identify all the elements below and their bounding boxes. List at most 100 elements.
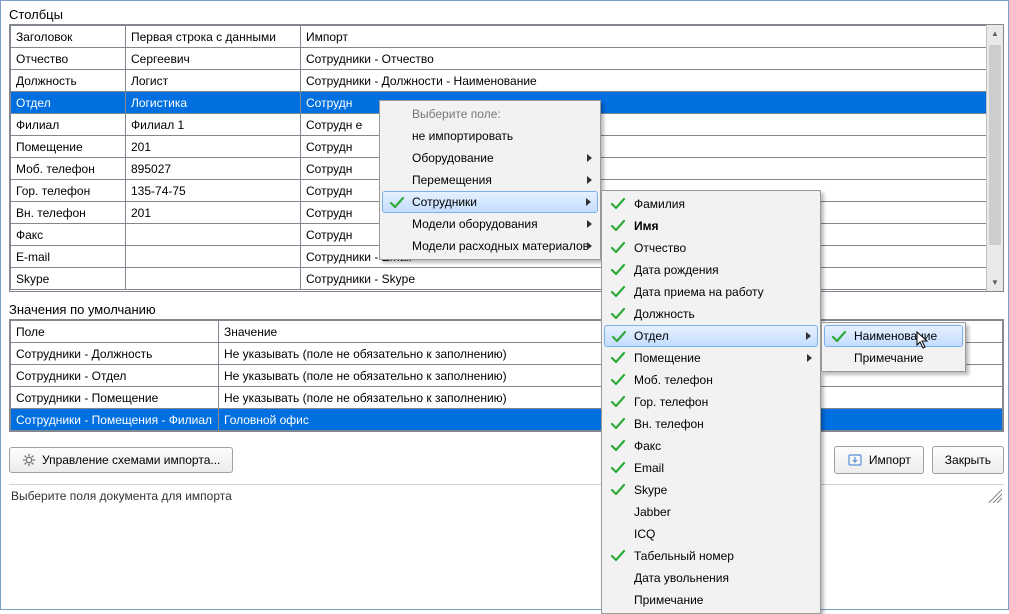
menu-item[interactable]: Примечание [604, 589, 818, 611]
menu-item[interactable]: ICQ [604, 523, 818, 545]
menu-item[interactable]: Jabber [604, 501, 818, 523]
menu-item[interactable]: Skype [604, 479, 818, 501]
table-cell[interactable]: Помещение [11, 136, 126, 158]
submenu-arrow-icon [587, 220, 592, 228]
columns-header-first[interactable]: Первая строка с данными [126, 26, 301, 48]
import-button[interactable]: Импорт [834, 446, 924, 474]
table-cell[interactable]: Сергеевич [126, 48, 301, 70]
submenu-arrow-icon [587, 154, 592, 162]
check-icon [610, 306, 626, 322]
table-cell[interactable]: Сотрудники - Помещение [11, 387, 219, 409]
table-cell[interactable]: Вн. телефон [11, 202, 126, 224]
table-cell[interactable]: Логист [126, 70, 301, 92]
columns-header-title[interactable]: Заголовок [11, 26, 126, 48]
menu-item[interactable]: Модели расходных материалов [382, 235, 598, 257]
menu-item[interactable]: Перемещения [382, 169, 598, 191]
table-cell[interactable]: 895027 [126, 158, 301, 180]
table-cell[interactable]: Сотрудники - Отчество [301, 48, 1003, 70]
table-cell[interactable] [126, 224, 301, 246]
menu-item[interactable]: Дата рождения [604, 259, 818, 281]
check-icon [610, 548, 626, 564]
table-cell[interactable]: E-mail [11, 246, 126, 268]
menu-item[interactable]: Гор. телефон [604, 391, 818, 413]
table-cell[interactable]: Сотрудники - Должности - Наименование [301, 70, 1003, 92]
status-text: Выберите поля документа для импорта [11, 489, 232, 503]
context-menu-level2[interactable]: ФамилияИмяОтчествоДата рожденияДата прие… [601, 190, 821, 614]
menu-item[interactable]: Дата приема на работу [604, 281, 818, 303]
menu-item[interactable]: Отдел [604, 325, 818, 347]
menu-item-label: Skype [634, 483, 667, 497]
context-menu-level1[interactable]: Выберите поле: не импортироватьОборудова… [379, 100, 601, 260]
table-cell[interactable] [126, 246, 301, 268]
menu-item[interactable]: Email [604, 457, 818, 479]
menu-item-label: ICQ [634, 527, 655, 541]
menu-item[interactable]: Наименование [824, 325, 963, 347]
table-cell[interactable]: 201 [126, 202, 301, 224]
table-row[interactable]: Сотрудники - Помещения - ФилиалГоловной … [11, 409, 1003, 431]
table-cell[interactable]: Должность [11, 70, 126, 92]
table-cell[interactable]: Филиал [11, 114, 126, 136]
menu-item[interactable]: Факс [604, 435, 818, 457]
table-cell[interactable]: Моб. телефон [11, 158, 126, 180]
import-icon [847, 452, 863, 468]
scroll-up-icon[interactable]: ▲ [987, 25, 1003, 42]
menu-item-label: Помещение [634, 351, 701, 365]
resize-grip-icon[interactable] [988, 489, 1002, 503]
table-cell[interactable]: Сотрудники - Помещения - Филиал [11, 409, 219, 431]
close-button[interactable]: Закрыть [932, 446, 1004, 474]
table-cell[interactable]: 201 [126, 136, 301, 158]
menu-item[interactable]: Модели оборудования [382, 213, 598, 235]
table-row[interactable]: SkypeСотрудники - Skype [11, 268, 1003, 290]
menu-item-label: Модели расходных материалов [412, 239, 589, 253]
defaults-section-label: Значения по умолчанию [9, 302, 1004, 317]
table-cell[interactable]: 135-74-75 [126, 180, 301, 202]
check-icon [831, 329, 847, 345]
menu-item[interactable]: Имя [604, 215, 818, 237]
menu-item[interactable]: Фамилия [604, 193, 818, 215]
gear-icon [22, 453, 36, 467]
columns-scrollbar[interactable]: ▲ ▼ [986, 25, 1003, 291]
check-icon [610, 416, 626, 432]
scroll-down-icon[interactable]: ▼ [987, 274, 1003, 291]
table-cell[interactable] [126, 268, 301, 290]
menu-item[interactable]: Сотрудники [382, 191, 598, 213]
menu-item[interactable]: Примечание [824, 347, 963, 369]
menu-item-label: Вн. телефон [634, 417, 704, 431]
defaults-header-field[interactable]: Поле [11, 321, 219, 343]
submenu-arrow-icon [807, 354, 812, 362]
table-cell[interactable]: Логистика [126, 92, 301, 114]
menu-item-label: Моб. телефон [634, 373, 713, 387]
context-menu-level3[interactable]: НаименованиеПримечание [821, 322, 966, 372]
check-icon [610, 482, 626, 498]
table-row[interactable]: Сотрудники - ПомещениеНе указывать (поле… [11, 387, 1003, 409]
table-cell[interactable]: Филиал 1 [126, 114, 301, 136]
bottom-bar: Управление схемами импорта... Импорт Зак… [9, 446, 1004, 474]
check-icon [610, 394, 626, 410]
table-cell[interactable]: Факс [11, 224, 126, 246]
table-row[interactable]: ОтчествоСергеевичСотрудники - Отчество [11, 48, 1003, 70]
menu-item[interactable]: Табельный номер [604, 545, 818, 567]
menu-item[interactable]: Дата увольнения [604, 567, 818, 589]
table-cell[interactable]: Сотрудники - Должность [11, 343, 219, 365]
status-bar: Выберите поля документа для импорта [9, 484, 1004, 507]
table-cell[interactable]: Отчество [11, 48, 126, 70]
menu-item[interactable]: Помещение [604, 347, 818, 369]
menu-item[interactable]: Должность [604, 303, 818, 325]
scroll-thumb[interactable] [989, 45, 1001, 245]
menu-item-label: Перемещения [412, 173, 492, 187]
menu-item[interactable]: Моб. телефон [604, 369, 818, 391]
columns-header-import[interactable]: Импорт [301, 26, 1003, 48]
menu-item[interactable]: не импортировать [382, 125, 598, 147]
manage-schemes-button[interactable]: Управление схемами импорта... [9, 447, 233, 473]
menu-item[interactable]: Оборудование [382, 147, 598, 169]
menu-item[interactable]: Вн. телефон [604, 413, 818, 435]
submenu-arrow-icon [586, 198, 591, 206]
table-row[interactable]: ДолжностьЛогистСотрудники - Должности - … [11, 70, 1003, 92]
table-cell[interactable]: Отдел [11, 92, 126, 114]
columns-header-row: Заголовок Первая строка с данными Импорт [11, 26, 1003, 48]
table-cell[interactable]: Гор. телефон [11, 180, 126, 202]
menu-item-label: Табельный номер [634, 549, 734, 563]
table-cell[interactable]: Сотрудники - Отдел [11, 365, 219, 387]
table-cell[interactable]: Skype [11, 268, 126, 290]
menu-item[interactable]: Отчество [604, 237, 818, 259]
